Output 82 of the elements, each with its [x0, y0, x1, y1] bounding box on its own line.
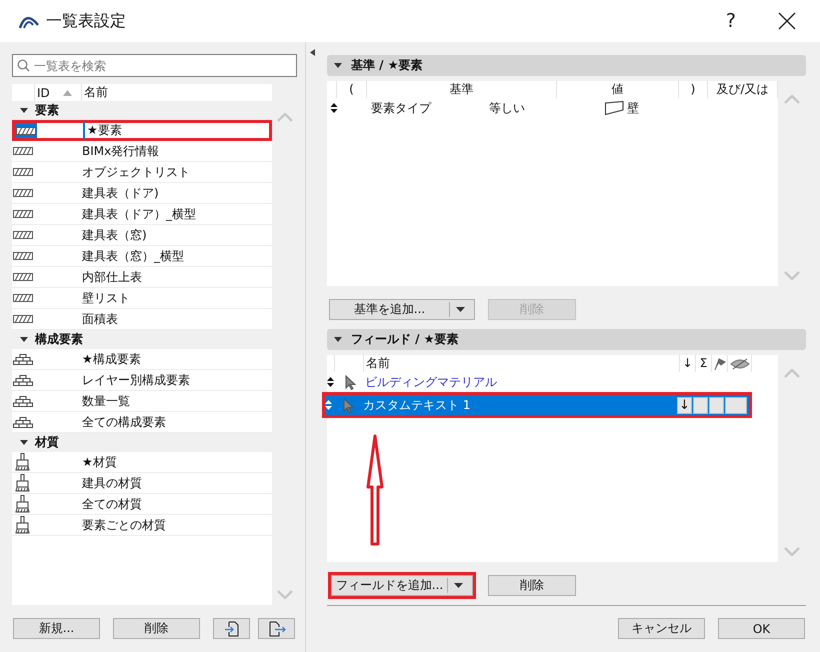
section-header[interactable]: 基準 / ★要素	[327, 55, 806, 76]
pointer-icon	[343, 398, 354, 412]
reorder-handle-icon[interactable]	[325, 400, 332, 410]
add-field-button[interactable]: フィールドを追加...	[331, 574, 473, 596]
bricks-icon	[13, 416, 33, 428]
section-title: 基準 / ★要素	[351, 57, 422, 74]
collapse-icon[interactable]	[310, 49, 315, 56]
brush-icon	[15, 495, 31, 513]
sort-toggle[interactable]: ↓	[677, 396, 692, 414]
search-field[interactable]: 一覧表を検索	[12, 54, 297, 77]
bricks-icon	[13, 396, 33, 406]
list-item[interactable]: ★材質	[12, 452, 272, 472]
list-item[interactable]: 建具の材質	[12, 473, 272, 493]
column-header[interactable]: ID	[35, 86, 63, 100]
caret-icon	[456, 306, 465, 312]
group-label: 材質	[35, 434, 59, 451]
brush-icon	[15, 516, 31, 534]
field-name: カスタムテキスト 1	[363, 396, 472, 414]
add-criterion-button[interactable]: 基準を追加...	[329, 298, 475, 320]
caret-icon	[454, 582, 463, 588]
export-icon	[268, 620, 286, 636]
reorder-handle-icon[interactable]	[329, 103, 339, 113]
expand-icon[interactable]	[20, 440, 28, 445]
expand-icon[interactable]	[20, 337, 28, 342]
delete-button[interactable]: 削除	[488, 574, 576, 596]
pointer-icon	[345, 374, 356, 390]
group-label: 要素	[35, 102, 59, 119]
operator-cell-text: 等しい	[488, 100, 526, 116]
ok-button[interactable]: OK	[718, 618, 805, 639]
list-item[interactable]: ★要素	[15, 123, 269, 138]
wall-icon	[605, 101, 624, 115]
list-item[interactable]: 数量一覧	[12, 391, 272, 411]
expand-icon[interactable]	[20, 108, 28, 113]
expand-icon[interactable]	[334, 63, 342, 68]
brush-icon	[15, 474, 31, 492]
group-header[interactable]: 構成要素	[12, 330, 272, 349]
list-item[interactable]: 建具表（窓）_横型	[12, 246, 272, 266]
list-item[interactable]: ★構成要素	[12, 349, 272, 369]
list-item[interactable]: 壁リスト	[12, 288, 272, 308]
section-header[interactable]: フィールド / ★要素	[327, 329, 806, 350]
hatch-icon	[16, 126, 36, 134]
close-icon[interactable]	[778, 12, 796, 30]
bricks-icon	[13, 374, 33, 386]
value-cell: 壁	[627, 100, 639, 116]
cancel-button[interactable]: キャンセル	[618, 618, 705, 639]
section-title: フィールド / ★要素	[351, 331, 458, 348]
group-header[interactable]: 材質	[12, 433, 272, 452]
hidden-eye-icon	[730, 358, 750, 370]
list-item[interactable]: 全ての材質	[12, 494, 272, 514]
list-item[interactable]: 要素ごとの材質	[12, 515, 272, 535]
flag-icon	[714, 358, 726, 370]
list-item[interactable]: BIMx発行情報	[12, 141, 272, 161]
field-row[interactable]: カスタムテキスト 1 ↓	[325, 395, 749, 415]
list-item[interactable]: レイヤー別構成要素	[12, 370, 272, 390]
sort-icon	[63, 90, 72, 96]
list-item[interactable]: 建具表（ドア)	[12, 183, 272, 203]
field-row[interactable]: ビルディングマテリアル	[327, 372, 778, 392]
group-header[interactable]: 要素	[12, 101, 272, 120]
expand-icon[interactable]	[334, 337, 342, 342]
delete-button[interactable]: 削除	[113, 618, 200, 639]
list-item[interactable]: 内部仕上表	[12, 267, 272, 287]
new-button[interactable]: 新規...	[13, 618, 100, 639]
reorder-handle-icon[interactable]	[327, 377, 334, 387]
brush-icon	[15, 453, 31, 471]
list-item[interactable]: オブジェクトリスト	[12, 162, 272, 182]
search-icon	[17, 59, 30, 72]
field-name: ビルディングマテリアル	[365, 374, 498, 390]
list-item[interactable]: 建具表（ドア）_横型	[12, 204, 272, 224]
help-button[interactable]: ?	[724, 10, 738, 32]
list-item[interactable]: 全ての構成要素	[12, 412, 272, 432]
sum-toggle[interactable]	[693, 396, 708, 414]
import-button[interactable]	[213, 618, 250, 639]
bricks-icon	[13, 354, 33, 364]
group-label: 構成要素	[35, 331, 83, 348]
import-icon	[224, 620, 240, 636]
list-item[interactable]: 面積表	[12, 309, 272, 329]
window-title: 一覧表設定	[46, 10, 126, 32]
list-item[interactable]: 建具表（窓)	[12, 225, 272, 245]
export-button[interactable]	[258, 618, 295, 639]
hide-toggle[interactable]	[725, 396, 747, 414]
flag-toggle[interactable]	[709, 396, 724, 414]
criterion-cell-text: 要素タイプ	[370, 100, 432, 116]
